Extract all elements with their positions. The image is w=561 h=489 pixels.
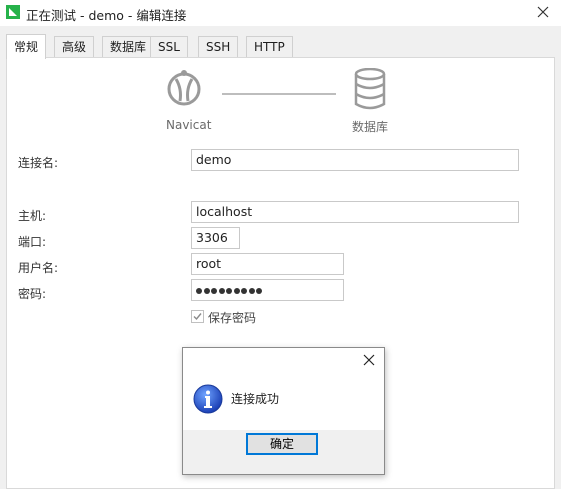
navicat-logo-icon [167, 70, 201, 106]
password-label: 密码: [18, 287, 47, 301]
navicat-label: Navicat [166, 118, 212, 132]
tab-advanced[interactable]: 高级 [54, 36, 95, 57]
tab-label: SSL [158, 40, 180, 54]
navicat-app-icon [6, 5, 20, 19]
password-dot [211, 287, 217, 294]
password-dot [248, 287, 255, 294]
password-field[interactable] [191, 279, 344, 301]
database-label: 数据库 [352, 120, 389, 134]
tab-ssh[interactable]: SSH [198, 36, 239, 57]
save-password-checkbox[interactable] [191, 310, 204, 323]
tab-ssl[interactable]: SSL [150, 36, 188, 57]
connection-result-dialog: 连接成功 确定 [182, 347, 385, 475]
host-field[interactable]: localhost [191, 201, 519, 223]
dialog-titlebar [183, 348, 384, 372]
close-icon[interactable] [535, 4, 551, 20]
password-dot [233, 287, 240, 294]
username-label: 用户名: [18, 261, 59, 275]
ok-button[interactable]: 确定 [246, 433, 318, 455]
close-icon[interactable] [362, 353, 376, 367]
dialog-message: 连接成功 [231, 392, 280, 406]
window-title: 正在测试 - demo - 编辑连接 [26, 8, 187, 23]
password-dot [196, 287, 202, 294]
tab-label: 高级 [62, 40, 87, 54]
tab-label: 数据库 [110, 40, 147, 54]
info-icon [193, 384, 223, 414]
dialog-body: 连接成功 [183, 372, 384, 430]
password-dot [241, 287, 247, 294]
database-icon [354, 68, 386, 110]
connection-name-label: 连接名: [18, 156, 59, 170]
tab-label: 常规 [14, 40, 39, 54]
port-label: 端口: [18, 235, 47, 249]
host-label: 主机: [18, 209, 47, 223]
connection-name-field[interactable]: demo [191, 149, 519, 171]
window-titlebar: 正在测试 - demo - 编辑连接 [0, 0, 561, 26]
tab-label: HTTP [254, 40, 285, 54]
password-dot [203, 287, 210, 294]
save-password-label: 保存密码 [208, 311, 257, 325]
tab-label: SSH [206, 40, 231, 54]
tab-database[interactable]: 数据库 [102, 36, 155, 57]
tab-http[interactable]: HTTP [246, 36, 293, 57]
password-dot [226, 287, 232, 294]
port-field[interactable]: 3306 [191, 227, 240, 249]
connection-flow-line [222, 93, 336, 95]
password-dot [256, 287, 262, 294]
password-dot [218, 287, 225, 294]
username-field[interactable]: root [191, 253, 344, 275]
tab-general[interactable]: 常规 [6, 34, 47, 59]
checkmark-icon [193, 313, 202, 321]
